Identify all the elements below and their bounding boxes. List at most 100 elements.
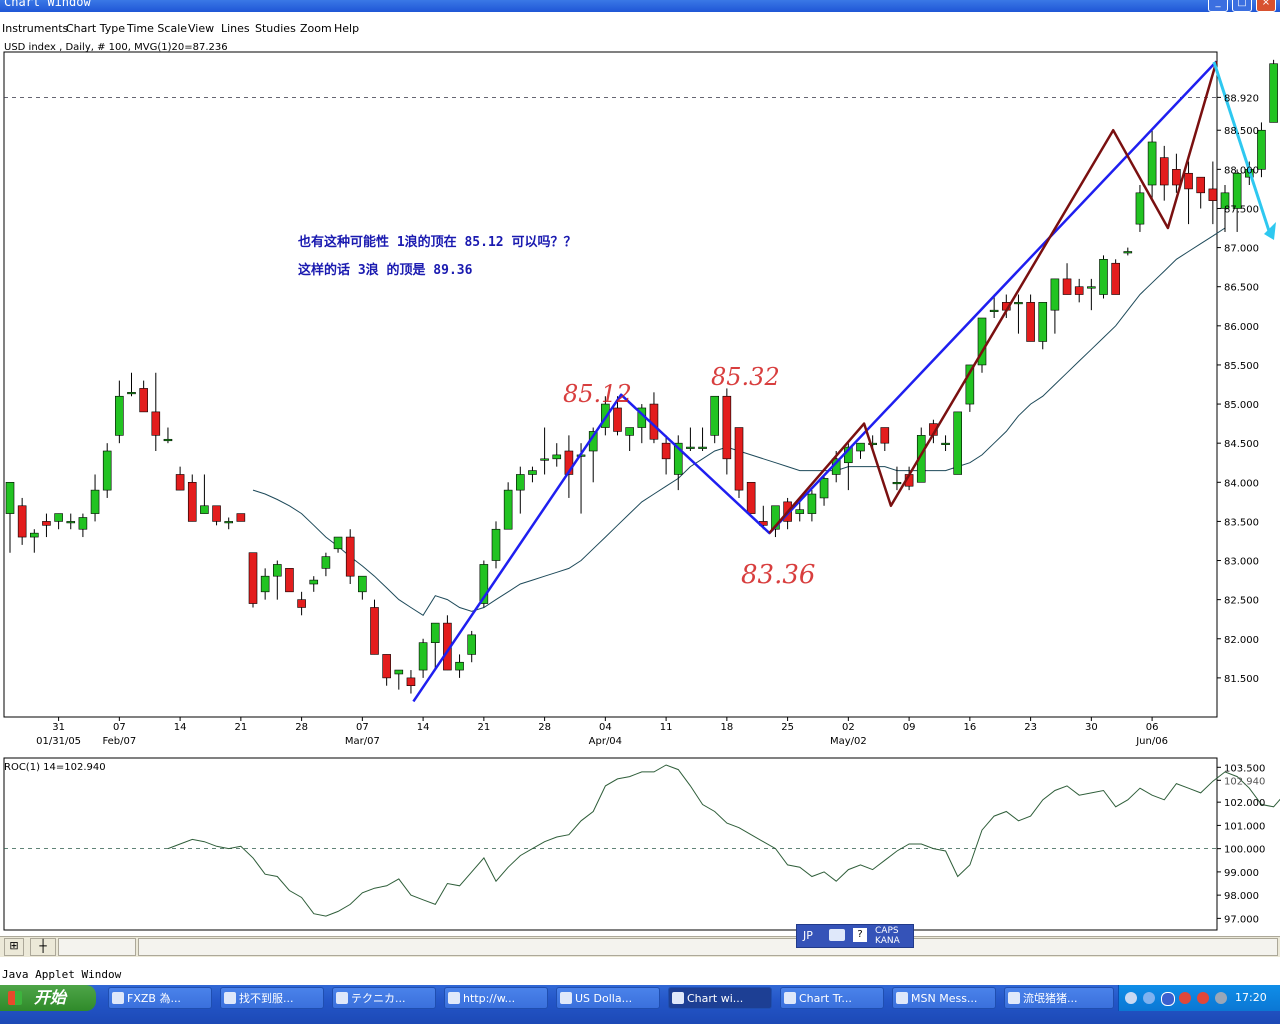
task-chart-window[interactable]: Chart wi... — [668, 987, 772, 1009]
menu-lines[interactable]: Lines — [221, 22, 250, 35]
candle-body — [175, 474, 185, 491]
keyboard-icon[interactable] — [829, 929, 845, 941]
menu-help[interactable]: Help — [334, 22, 359, 35]
price-ytick-label: 88.500 — [1224, 126, 1259, 137]
menu-zoom[interactable]: Zoom — [300, 22, 332, 35]
date-tick-label: 07 — [113, 722, 126, 733]
date-tick-label: 31 — [52, 722, 65, 733]
tray-volume-icon[interactable] — [1215, 992, 1227, 1004]
note-line-2: 这样的话 3浪 的顶是 89.36 — [298, 262, 473, 278]
candle-body — [406, 677, 416, 687]
applet-label: Java Applet Window — [2, 968, 122, 981]
candle-body — [467, 634, 477, 655]
roc-ytick-label: 99.000 — [1224, 868, 1259, 879]
roc-ytick-label: 100.000 — [1224, 845, 1265, 856]
task-liumang[interactable]: 流氓猪猪... — [1004, 987, 1114, 1009]
chat-icon — [1008, 992, 1020, 1004]
roc-ytick-label: 101.000 — [1224, 821, 1265, 832]
tray-network-icon[interactable] — [1143, 992, 1155, 1004]
candle-body — [1062, 278, 1072, 295]
close-button[interactable]: × — [1256, 0, 1276, 12]
window-title: Chart Window — [4, 0, 91, 9]
roc-chart-title: ROC(1) 14=102.940 — [4, 762, 106, 773]
candle-body — [42, 521, 51, 526]
month-tick-label: Jun/06 — [1135, 736, 1168, 747]
window-title-bar[interactable]: Chart Window _ □ × — [0, 0, 1280, 12]
candle-body — [418, 642, 428, 671]
candle-body — [941, 442, 950, 445]
app-icon — [672, 992, 684, 1004]
candle-body — [661, 442, 671, 460]
minimize-button[interactable]: _ — [1208, 0, 1228, 12]
crosshair-tool-icon[interactable]: ┼ — [30, 938, 56, 956]
candle-body — [1172, 169, 1181, 186]
date-tick-label: 07 — [356, 722, 369, 733]
candle-body — [345, 536, 355, 577]
candle-body — [710, 395, 720, 436]
chart-area[interactable]: 88.920 88.500 88.000 87.500 87.000 86.500 86.0… — [0, 40, 1280, 940]
month-tick-label: 01/31/05 — [36, 736, 81, 747]
roc-panel-frame — [3, 757, 1218, 931]
cursor-tool-icon[interactable]: ⊞ — [4, 938, 24, 956]
candle-body — [358, 575, 367, 593]
candle-body — [5, 481, 15, 514]
candle-body — [200, 505, 209, 514]
menu-bar: Instruments Chart Type Time Scale View L… — [0, 18, 1280, 38]
menu-studies[interactable]: Studies — [255, 22, 296, 35]
task-not-found[interactable]: 找不到服... — [220, 987, 324, 1009]
candle-body — [515, 474, 525, 491]
menu-view[interactable]: View — [188, 22, 214, 35]
candle-body — [1050, 278, 1060, 311]
candle-body — [272, 564, 282, 577]
ime-toolbar[interactable]: JP ? CAPS KANA — [796, 924, 914, 948]
menu-time-scale[interactable]: Time Scale — [127, 22, 187, 35]
candle-body — [698, 446, 707, 449]
task-technical[interactable]: テクニカ... — [332, 987, 436, 1009]
date-tick-label: 21 — [234, 722, 247, 733]
msn-icon — [896, 992, 908, 1004]
date-tick-label: 11 — [660, 722, 673, 733]
task-http[interactable]: http://w... — [444, 987, 548, 1009]
tray-arrow-icon[interactable] — [1125, 992, 1137, 1004]
tray-shield-icon[interactable] — [1161, 992, 1175, 1006]
price-ytick-label: 87.500 — [1224, 204, 1259, 215]
candle-body — [1269, 63, 1278, 123]
candle-body — [734, 427, 744, 491]
candle-body — [1087, 286, 1096, 289]
candle-body — [260, 575, 270, 593]
candle-body — [115, 395, 124, 436]
ime-lang[interactable]: JP — [803, 929, 813, 942]
candle-body — [625, 427, 634, 436]
task-fxzb[interactable]: FXZB 為... — [108, 987, 212, 1009]
candle-body — [224, 521, 233, 524]
hand-label-83-36: 83.36 — [741, 560, 815, 590]
tray-alert-icon[interactable] — [1197, 992, 1209, 1004]
candle-body — [722, 395, 732, 460]
candle-body — [455, 661, 464, 671]
candle-body — [1184, 172, 1193, 190]
price-ytick-label: 87.000 — [1224, 244, 1259, 255]
menu-instruments[interactable]: Instruments — [2, 22, 68, 35]
maximize-button[interactable]: □ — [1232, 0, 1252, 12]
roc-ytick-label: 103.500 — [1224, 763, 1265, 774]
candle-body — [394, 669, 404, 675]
month-tick-label: Mar/07 — [345, 736, 380, 747]
candle-body — [163, 438, 173, 442]
candle-body — [1208, 188, 1218, 201]
start-button[interactable]: 开始 — [0, 985, 96, 1011]
task-chart-tr[interactable]: Chart Tr... — [780, 987, 884, 1009]
start-label: 开始 — [34, 988, 67, 1007]
task-msn[interactable]: MSN Mess... — [892, 987, 996, 1009]
price-chart-svg[interactable]: 88.920 88.500 88.000 87.500 87.000 86.500 86.0… — [0, 40, 1280, 940]
hand-label-85-12: 85.12 — [563, 380, 632, 408]
candle-body — [78, 517, 88, 530]
task-us-dollar[interactable]: US Dolla... — [556, 987, 660, 1009]
help-icon[interactable]: ? — [853, 928, 867, 942]
menu-chart-type[interactable]: Chart Type — [66, 22, 125, 35]
candle-body — [187, 481, 197, 522]
candle-body — [491, 528, 501, 561]
note-line-1: 也有这种可能性 1浪的顶在 85.12 可以吗？？ — [298, 234, 576, 250]
candle-body — [370, 607, 379, 655]
price-ytick-label: 85.000 — [1224, 400, 1259, 411]
tray-security-icon[interactable] — [1179, 992, 1191, 1004]
